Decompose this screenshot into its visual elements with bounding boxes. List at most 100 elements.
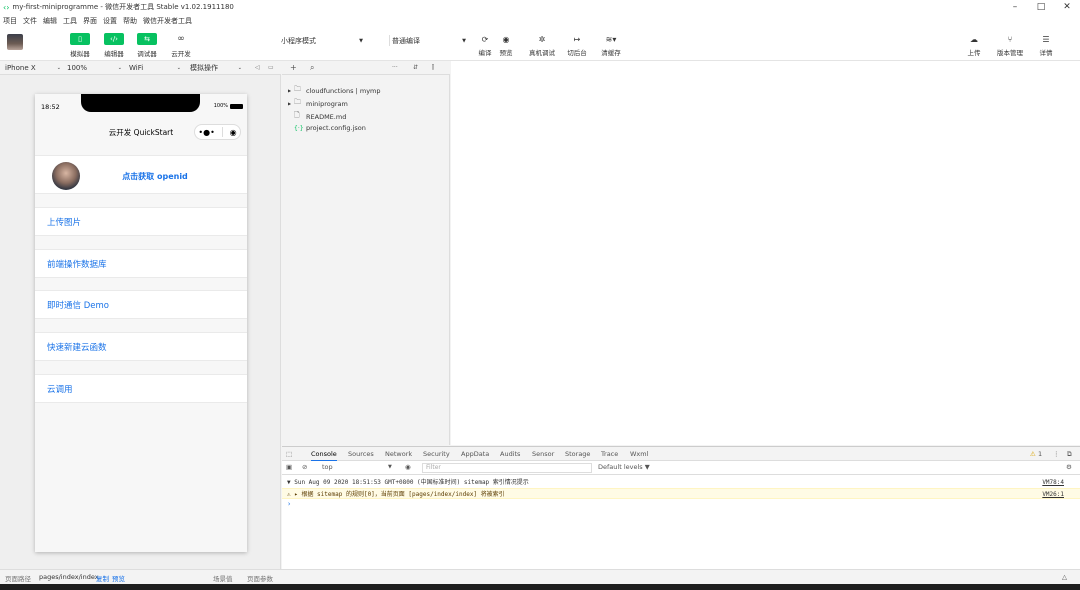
cloud-link-icon: ∞ [177, 34, 185, 44]
tab-network[interactable]: Network [385, 450, 412, 458]
clear-console-icon[interactable]: ⊘ [302, 463, 307, 471]
menu-cloud-call[interactable]: 云调用 [35, 374, 247, 403]
title-bar: ‹› my-first-miniprogramme - 微信开发者工具 Stab… [0, 0, 1080, 14]
menu-im-demo[interactable]: 即时通信 Demo [35, 290, 247, 319]
minimize-button[interactable]: – [1002, 0, 1028, 14]
chevron-down-icon: ⌄ [237, 64, 242, 71]
details-button[interactable]: ☰ 详情 [1031, 35, 1061, 57]
background-button[interactable]: ↦ 切后台 [562, 35, 592, 57]
real-device-debug-button[interactable]: ✲ 真机调试 [527, 35, 557, 57]
log-levels-select[interactable]: Default levels ▼ [598, 463, 650, 471]
editor-toggle-button[interactable]: ‹/› 编辑器 [97, 33, 131, 58]
tree-item-miniprogram[interactable]: ▶ 🗀 miniprogram [288, 98, 348, 109]
tab-storage[interactable]: Storage [565, 450, 590, 458]
console-prompt[interactable]: › [287, 500, 291, 508]
menu-edit[interactable]: 编辑 [43, 16, 57, 26]
simulator-toggle-button[interactable]: ▯ 模拟器 [63, 33, 97, 58]
main-toolbar: ▯ 模拟器 ‹/› 编辑器 ⇆ 调试器 ∞ 云开发 ⟳ 编译 ◉ 预览 ✲ 真机… [0, 27, 1080, 61]
caret-down-icon: ▼ [462, 37, 466, 44]
json-file-icon: {·} [294, 124, 304, 132]
simulate-operation-select[interactable]: 模拟操作 ⌄ [190, 63, 242, 73]
sort-icon[interactable]: ⇵ [413, 64, 418, 71]
copy-link[interactable]: 复制 [96, 573, 109, 583]
os-taskbar [0, 584, 1080, 590]
mode-select[interactable]: 小程序模式 ▼ [281, 35, 363, 46]
simulator-header: iPhone X ⌄ 100% ⌄ WiFi ⌄ 模拟操作 ⌄ ◁ ▭ [0, 61, 281, 75]
menu-frontend-db[interactable]: 前端操作数据库 [35, 249, 247, 278]
collapse-icon[interactable]: ⫿ [432, 64, 434, 72]
tab-sources[interactable]: Sources [348, 450, 374, 458]
clear-cache-button[interactable]: ≋▾ 清缓存 [596, 35, 626, 57]
zoom-select[interactable]: 100% ⌄ [67, 64, 122, 72]
close-target-icon[interactable]: ◉ [230, 128, 237, 137]
tree-item-project-config[interactable]: {·} project.config.json [288, 124, 366, 132]
warning-icon[interactable]: ⚠ [1030, 450, 1036, 458]
settings-gear-icon[interactable]: ⚙ [1066, 463, 1072, 471]
tab-audits[interactable]: Audits [500, 450, 520, 458]
tab-security[interactable]: Security [423, 450, 450, 458]
page-params-button[interactable]: 页面参数 [247, 573, 273, 583]
context-select[interactable]: top [322, 463, 333, 471]
status-time: 18:52 [41, 103, 60, 111]
file-icon: 🗋 [294, 111, 300, 119]
log-row-warning[interactable]: ⚠ ▸ 根据 sitemap 的规则[0]，当前页面 [pages/index/… [282, 488, 1080, 499]
editor-panel[interactable] [451, 61, 1080, 445]
menu-project[interactable]: 项目 [3, 16, 17, 26]
console-output: ▼ Sun Aug 09 2020 18:51:53 GMT+0800 (中国标… [282, 475, 1080, 569]
cloud-dev-button[interactable]: ∞ 云开发 [164, 33, 198, 58]
dock-icon[interactable]: ⧉ [1067, 450, 1072, 459]
menu-help[interactable]: 帮助 [123, 16, 137, 26]
compile-mode-select[interactable]: 普通编译 ▼ [389, 35, 466, 46]
tree-item-cloudfunctions[interactable]: ▶ 🗀 cloudfunctions | mymp [288, 85, 381, 96]
status-battery: 100% [214, 103, 243, 109]
bell-icon[interactable]: △ [1062, 573, 1067, 581]
version-manage-button[interactable]: ⑂ 版本管理 [995, 35, 1025, 57]
menu-tools[interactable]: 工具 [63, 16, 77, 26]
close-button[interactable]: ✕ [1054, 0, 1080, 14]
preview-button[interactable]: ◉ 预览 [491, 35, 521, 57]
device-select[interactable]: iPhone X ⌄ [5, 64, 61, 72]
tab-wxml[interactable]: Wxml [630, 450, 648, 458]
bug-icon: ✲ [538, 35, 546, 44]
volume-icon[interactable]: ◁ [255, 64, 260, 71]
add-icon[interactable]: + [290, 63, 297, 72]
capsule-button[interactable]: •●• ◉ [194, 124, 241, 140]
more-dots-icon[interactable]: •●• [198, 128, 214, 137]
eye-icon: ◉ [502, 35, 510, 44]
preview-link[interactable]: 预览 [112, 573, 125, 583]
tab-appdata[interactable]: AppData [461, 450, 489, 458]
tree-item-readme[interactable]: 🗋 README.md [288, 111, 346, 122]
log-row[interactable]: ▼ Sun Aug 09 2020 18:51:53 GMT+0800 (中国标… [282, 477, 1080, 488]
maximize-button[interactable]: □ [1028, 0, 1054, 14]
tab-sensor[interactable]: Sensor [532, 450, 554, 458]
branch-icon: ⑂ [1007, 35, 1013, 44]
get-openid-button[interactable]: 点击获取 openid [35, 171, 247, 182]
network-select[interactable]: WiFi ⌄ [129, 64, 181, 72]
menu-view[interactable]: 界面 [83, 16, 97, 26]
menu-upload-image[interactable]: 上传图片 [35, 207, 247, 236]
log-source-link[interactable]: VM78:4 [1042, 477, 1064, 488]
menu-devtools[interactable]: 微信开发者工具 [143, 16, 192, 26]
inspect-element-icon[interactable]: ⬚ [286, 450, 292, 458]
scene-value-button[interactable]: 场景值 [213, 573, 233, 583]
menu-settings[interactable]: 设置 [103, 16, 117, 26]
debugger-toggle-button[interactable]: ⇆ 调试器 [130, 33, 164, 58]
more-icon[interactable]: ··· [392, 64, 398, 71]
user-avatar[interactable] [7, 34, 23, 50]
file-tree: ▶ 🗀 cloudfunctions | mymp ▶ 🗀 miniprogra… [282, 75, 450, 445]
menu-file[interactable]: 文件 [23, 16, 37, 26]
popout-icon[interactable]: ▭ [268, 64, 274, 71]
log-source-link[interactable]: VM26:1 [1042, 489, 1064, 500]
kebab-menu-icon[interactable]: ⋮ [1053, 450, 1060, 458]
page-path-label: 页面路径 [5, 575, 31, 583]
console-filter-input[interactable]: Filter [422, 463, 592, 473]
eye-icon[interactable]: ◉ [405, 463, 411, 471]
chevron-down-icon: ⌄ [176, 64, 181, 71]
sidebar-toggle-icon[interactable]: ▣ [286, 463, 292, 471]
search-icon[interactable]: ⌕ [310, 63, 314, 73]
tab-trace[interactable]: Trace [601, 450, 618, 458]
phone-simulator[interactable]: 18:52 100% 云开发 QuickStart •●• ◉ 点击获取 ope… [35, 94, 247, 552]
menu-new-cloud-function[interactable]: 快速新建云函数 [35, 332, 247, 361]
upload-button[interactable]: ☁ 上传 [959, 35, 989, 57]
caret-down-icon[interactable]: ▼ [388, 464, 392, 470]
